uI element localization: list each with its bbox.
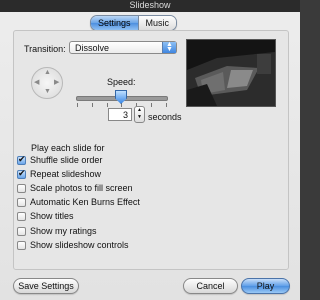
checkbox-show-titles[interactable]: Show titles <box>17 210 74 222</box>
checkbox-show-slideshow-controls[interactable]: Show slideshow controls <box>17 239 129 251</box>
checkbox-label: Scale photos to fill screen <box>30 183 133 193</box>
cancel-button[interactable]: Cancel <box>183 278 238 294</box>
checkbox[interactable] <box>17 211 26 221</box>
checkbox-repeat-slideshow[interactable]: ✔ Repeat slideshow <box>17 168 101 180</box>
speed-label: Speed: <box>107 77 136 87</box>
up-down-arrows-icon: ▲ ▼ <box>162 41 176 53</box>
checkbox-label: Show my ratings <box>30 226 97 236</box>
transition-popup[interactable]: Dissolve ▲ ▼ <box>69 41 177 54</box>
slideshow-window: Slideshow Settings Music Transition: Dis… <box>0 0 300 300</box>
seconds-stepper[interactable]: ▲ ▼ <box>134 106 145 123</box>
tab-music[interactable]: Music <box>137 16 177 30</box>
checkbox[interactable]: ✔ <box>17 167 26 179</box>
seconds-label: seconds <box>148 112 182 122</box>
checkbox[interactable] <box>17 197 26 207</box>
play-button[interactable]: Play <box>241 278 290 294</box>
checkbox-scale-photos[interactable]: Scale photos to fill screen <box>17 182 133 194</box>
checkbox[interactable] <box>17 226 26 236</box>
direction-arrows-icon[interactable]: ▲ ▼ ◀ ▶ <box>31 67 63 99</box>
checkbox-label: Automatic Ken Burns Effect <box>30 197 140 207</box>
checkbox-label: Shuffle slide order <box>30 155 103 165</box>
transition-value: Dissolve <box>75 43 110 53</box>
save-settings-button[interactable]: Save Settings <box>13 278 79 294</box>
checkbox-shuffle-slide-order[interactable]: ✔ Shuffle slide order <box>17 154 102 166</box>
tab-control: Settings Music <box>90 15 178 31</box>
checkbox[interactable]: ✔ <box>17 153 26 165</box>
checkbox[interactable] <box>17 240 26 250</box>
window-title: Slideshow <box>129 0 171 10</box>
tab-settings[interactable]: Settings <box>91 16 138 30</box>
checkmark-icon: ✔ <box>18 153 26 164</box>
checkbox[interactable] <box>17 183 26 193</box>
play-each-slide-label: Play each slide for <box>31 143 105 153</box>
speed-slider-thumb[interactable] <box>115 90 127 104</box>
window-titlebar: Slideshow <box>0 0 300 12</box>
checkbox-ken-burns[interactable]: Automatic Ken Burns Effect <box>17 196 140 208</box>
checkbox-show-ratings[interactable]: Show my ratings <box>17 225 97 237</box>
checkbox-label: Show titles <box>30 211 74 221</box>
transition-label: Transition: <box>24 44 66 54</box>
checkbox-label: Repeat slideshow <box>30 169 102 179</box>
checkmark-icon: ✔ <box>18 167 26 178</box>
seconds-field[interactable]: 3 <box>108 108 132 121</box>
transition-preview-image <box>186 39 276 107</box>
checkbox-label: Show slideshow controls <box>30 240 129 250</box>
